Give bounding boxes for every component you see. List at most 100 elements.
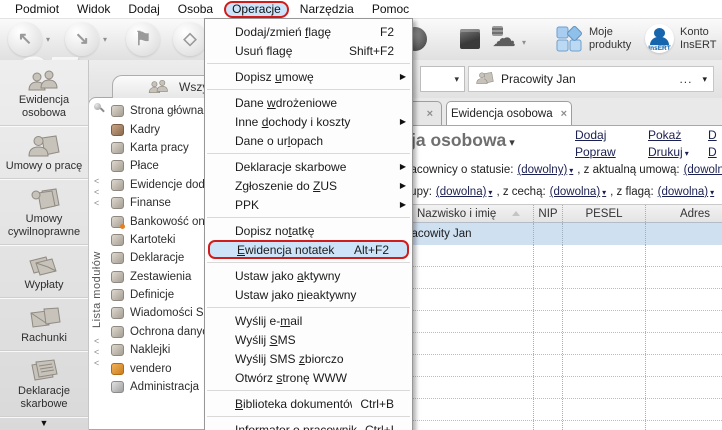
menubar-item-pomoc[interactable]: Pomoc <box>363 1 418 17</box>
employee-combo[interactable]: Pracowity Jan ... ▾ <box>468 66 714 92</box>
nav-back-caret-icon[interactable]: ▾ <box>46 35 50 44</box>
menu-item-informator-o-pracowniku[interactable]: Informator o pracowniku Ctrl+I <box>205 420 412 430</box>
person-contract-icon <box>26 132 62 158</box>
menu-separator <box>205 214 412 221</box>
data-protection-icon <box>111 325 124 338</box>
menubar-item-widok[interactable]: Widok <box>68 1 119 17</box>
menubar-item-narz-dzia[interactable]: Narzędzia <box>291 1 363 17</box>
menu-item-label: Dane o urlopach <box>235 133 324 148</box>
submenu-arrow-icon: ▶ <box>399 72 406 81</box>
link-d[interactable]: D <box>708 145 717 159</box>
sidebar-item-label: Umowy o pracę <box>5 160 83 172</box>
nav-forward-caret-icon[interactable]: ▾ <box>103 35 107 44</box>
menu-item-ewidencja-notatek[interactable]: Ewidencja notatek Alt+F2 <box>208 240 409 259</box>
title-caret-icon: ▾ <box>509 137 515 149</box>
person-icon <box>475 70 495 88</box>
menu-item-label: Dopisz umowę <box>235 69 314 84</box>
sidebar-item-deklaracje-skarbowe[interactable]: Deklaracje skarbowe <box>0 351 88 417</box>
menubar-item-dodaj[interactable]: Dodaj <box>119 1 168 17</box>
column-header-nip[interactable]: NIP <box>533 205 562 222</box>
module-item-label: Płace <box>130 160 159 173</box>
tab-ewidencja-osobowa[interactable]: Ewidencja osobowa × <box>446 101 572 126</box>
note-button[interactable] <box>173 22 207 56</box>
filter-text: , z cechą: <box>496 186 546 198</box>
sidebar-item-umowy-o-prac[interactable]: Umowy o pracę <box>0 126 88 179</box>
menu-item-wy-lij-sms[interactable]: Wyślij SMS <box>205 330 412 349</box>
sidebar-item-rachunki[interactable]: Rachunki <box>0 298 88 351</box>
menu-item-label: Biblioteka dokumentów <box>235 396 353 411</box>
menu-item-otw-rz-stron-www[interactable]: Otwórz stronę WWW <box>205 368 412 387</box>
link-d[interactable]: D <box>708 128 717 142</box>
menu-item-dane-o-urlopach[interactable]: Dane o urlopach <box>205 131 412 150</box>
tab-close-icon[interactable]: × <box>561 108 567 120</box>
submenu-arrow-icon: ▶ <box>399 117 406 126</box>
contracts-icon <box>26 185 62 211</box>
table-cell <box>533 267 562 288</box>
tab-close-icon[interactable]: × <box>427 108 433 120</box>
link-poka[interactable]: Pokaż <box>648 128 689 142</box>
konto-insert-button[interactable]: Konto InsERT <box>680 26 716 52</box>
column-header-adres[interactable]: Adres <box>645 205 722 222</box>
menu-item-label: PPK <box>235 197 260 212</box>
link-drukuj[interactable]: Drukuj ▾ <box>648 145 689 159</box>
menu-item-dodaj-zmie-flag[interactable]: Dodaj/zmień flagę F2 <box>205 22 412 41</box>
filter-link-dowolna[interactable]: (dowolna) ▾ <box>436 186 493 198</box>
menu-item-dane-wdro-eniowe[interactable]: Dane wdrożeniowe <box>205 93 412 112</box>
operacje-context-menu: Dodaj/zmień flagę F2 Usuń flagę Shift+F2 Dop… <box>204 18 413 430</box>
group-combo-end[interactable]: ▾ <box>420 66 465 92</box>
chevron-down-icon[interactable]: ▾ <box>454 74 459 85</box>
table-cell <box>533 399 562 420</box>
table-cell <box>533 289 562 310</box>
menu-item-deklaracje-skarbowe[interactable]: Deklaracje skarbowe ▶ <box>205 157 412 176</box>
link-popraw[interactable]: Popraw <box>575 145 616 159</box>
clock-icon <box>111 141 124 154</box>
filter-link-dowolna[interactable]: (dowolna) ▾ <box>550 186 607 198</box>
konto-insert-avatar-icon[interactable]: InsERT <box>645 24 674 53</box>
sidebar-item-umowy-cywilnoprawne[interactable]: Umowy cywilnoprawne <box>0 179 88 245</box>
module-item-label: Karta pracy <box>130 141 189 154</box>
menu-item-biblioteka-dokument-w[interactable]: Biblioteka dokumentów Ctrl+B <box>205 394 412 413</box>
menu-item-ppk[interactable]: PPK ▶ <box>205 195 412 214</box>
menubar-item-operacje[interactable]: Operacje <box>224 0 289 18</box>
table-cell <box>562 399 645 420</box>
chevron-down-icon: ▾ <box>710 188 715 197</box>
modules-strip[interactable]: < < < Lista modułów < < < <box>89 98 109 429</box>
menu-item-inne-dochody-i-koszty[interactable]: Inne dochody i koszty ▶ <box>205 112 412 131</box>
menu-item-zg-oszenie-do-zus[interactable]: Zgłoszenie do ZUS ▶ <box>205 176 412 195</box>
people-group-icon <box>147 77 171 97</box>
menu-item-label: Ustaw jako nieaktywny <box>235 287 357 302</box>
menubar-item-podmiot[interactable]: Podmiot <box>6 1 68 17</box>
menu-item-dopisz-umow[interactable]: Dopisz umowę ▶ <box>205 67 412 86</box>
column-header-pesel[interactable]: PESEL <box>562 205 645 222</box>
link-dodaj[interactable]: Dodaj <box>575 128 616 142</box>
moje-produkty-icon[interactable] <box>556 26 583 53</box>
table-cell <box>645 355 722 376</box>
menu-item-wy-lij-sms-zbiorczo[interactable]: Wyślij SMS zbiorczo <box>205 349 412 368</box>
filter-link-dowolny[interactable]: (dowolny)▾ <box>517 164 573 176</box>
flag-button[interactable] <box>126 22 160 56</box>
chevron-down-icon[interactable]: ▾ <box>702 74 707 85</box>
menubar-item-osoba[interactable]: Osoba <box>169 1 222 17</box>
menu-item-dopisz-notatk[interactable]: Dopisz notatkę <box>205 221 412 240</box>
sidebar-item-label: Deklaracje skarbowe <box>18 385 70 410</box>
module-sidebar: Ewidencja osobowa Umowy o pracę Umowy cywi… <box>0 60 89 430</box>
menu-item-usu-flag[interactable]: Usuń flagę Shift+F2 <box>205 41 412 60</box>
table-cell <box>533 245 562 266</box>
sidebar-item-ewidencja-osobowa[interactable]: Ewidencja osobowa <box>0 60 88 126</box>
menu-separator <box>205 304 412 311</box>
filter-link-dowolny[interactable]: (dowolny)▾ <box>684 164 722 176</box>
action-link-column: Pokaż Drukuj ▾ <box>648 128 689 159</box>
cloud-caret-icon[interactable]: ▾ <box>522 38 526 47</box>
chevron-down-icon: ▾ <box>602 188 607 197</box>
cube-icon-button[interactable] <box>460 29 480 49</box>
menu-item-ustaw-jako-nieaktywny[interactable]: Ustaw jako nieaktywny <box>205 285 412 304</box>
menu-item-ustaw-jako-aktywny[interactable]: Ustaw jako aktywny <box>205 266 412 285</box>
menu-item-label: Usuń flagę <box>235 43 293 58</box>
moje-produkty-button[interactable]: Moje produkty <box>589 26 631 52</box>
filter-link-dowolna[interactable]: (dowolna) ▾ <box>658 186 715 198</box>
menu-item-label: Wyślij e-mail <box>235 313 303 328</box>
sidebar-more-icon[interactable]: ▼ <box>0 418 88 428</box>
employee-combo-more-button[interactable]: ... <box>679 72 692 86</box>
sidebar-item-wyp-aty[interactable]: Wypłaty <box>0 245 88 298</box>
menu-item-wy-lij-e-mail[interactable]: Wyślij e-mail <box>205 311 412 330</box>
